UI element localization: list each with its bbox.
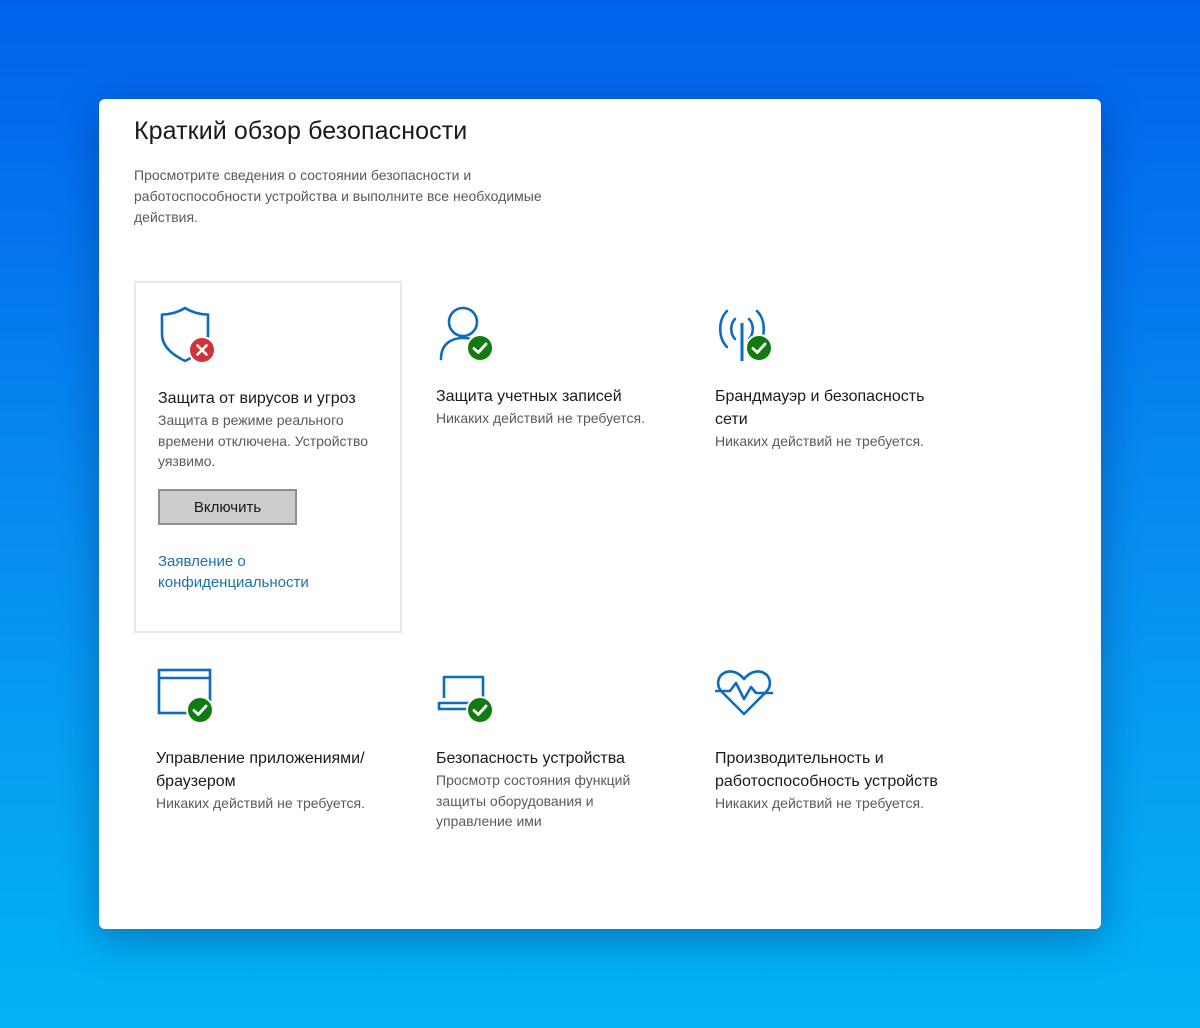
wireless-antenna-icon <box>715 303 775 363</box>
tile-subtitle: Никаких действий не требуется. <box>715 433 924 449</box>
tile-subtitle: Никаких действий не требуется. <box>715 795 924 811</box>
tile-text: Безопасность устройства Просмотр состоян… <box>436 747 671 832</box>
tile-text: Производительность и работоспособность у… <box>715 747 950 814</box>
app-browser-window-icon <box>156 665 216 725</box>
tile-title: Защита от вирусов и угроз <box>158 390 356 407</box>
tile-device-security[interactable]: Безопасность устройства Просмотр состоян… <box>414 643 682 929</box>
person-icon <box>436 303 496 363</box>
tile-title: Управление приложениями/браузером <box>156 750 365 790</box>
tile-app-browser-control[interactable]: Управление приложениями/браузером Никаки… <box>134 643 402 929</box>
heart-pulse-icon <box>715 665 775 725</box>
tile-title: Производительность и работоспособность у… <box>715 750 938 790</box>
page-description: Просмотрите сведения о состоянии безопас… <box>134 167 542 225</box>
tile-text: Брандмауэр и безопасность сети Никаких д… <box>715 385 950 452</box>
tile-subtitle: Никаких действий не требуется. <box>436 410 645 426</box>
privacy-statement-link[interactable]: Заявление о конфиденциальности <box>158 551 358 593</box>
error-status-icon <box>188 336 216 364</box>
tile-virus-threat-protection[interactable]: Защита от вирусов и угроз Защита в режим… <box>134 281 402 633</box>
tile-subtitle: Просмотр состояния функций защиты оборуд… <box>436 772 631 829</box>
tile-device-performance-health[interactable]: Производительность и работоспособность у… <box>693 643 961 929</box>
tile-account-protection[interactable]: Защита учетных записей Никаких действий … <box>414 281 682 633</box>
page-title: Краткий обзор безопасности <box>134 117 468 145</box>
tile-text: Управление приложениями/браузером Никаки… <box>156 747 391 814</box>
shield-icon <box>158 305 218 365</box>
turn-on-button[interactable]: Включить <box>158 489 297 525</box>
check-status-icon <box>186 696 214 724</box>
tile-title: Безопасность устройства <box>436 750 625 767</box>
tile-firewall-network[interactable]: Брандмауэр и безопасность сети Никаких д… <box>693 281 961 633</box>
tile-title: Брандмауэр и безопасность сети <box>715 388 925 428</box>
check-status-icon <box>466 334 494 362</box>
laptop-icon <box>436 665 496 725</box>
tile-title: Защита учетных записей <box>436 388 622 405</box>
tile-subtitle: Никаких действий не требуется. <box>156 795 365 811</box>
check-status-icon <box>466 696 494 724</box>
check-status-icon <box>745 334 773 362</box>
security-window: Краткий обзор безопасности Просмотрите с… <box>99 99 1101 929</box>
tile-text: Защита от вирусов и угроз Защита в режим… <box>158 387 393 472</box>
tile-text: Защита учетных записей Никаких действий … <box>436 385 671 429</box>
tile-subtitle: Защита в режиме реального времени отключ… <box>158 412 369 469</box>
